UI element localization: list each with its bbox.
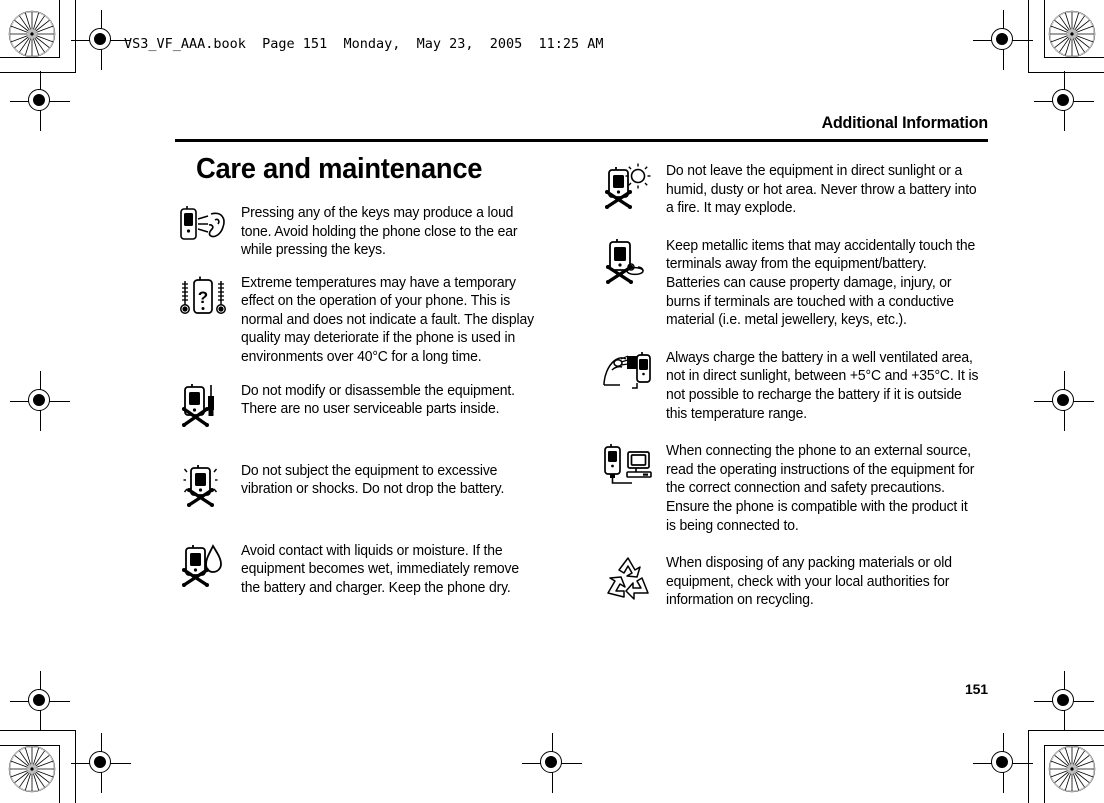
connect-phone-external-source-icon (600, 441, 656, 497)
registration-mark-right-upper (1034, 71, 1094, 131)
care-item-text: Do not subject the equipment to excessiv… (241, 462, 505, 498)
care-item-text: When disposing of any packing materials … (666, 555, 952, 609)
care-item-text: Pressing any of the keys may produce a l… (241, 204, 518, 259)
running-head-title: Additional Information (821, 113, 988, 132)
rosette-target-top-right (1048, 10, 1096, 58)
document-page: VS3_VF_AAA.book Page 151 Monday, May 23,… (0, 0, 1104, 803)
no-direct-sunlight-heat-phone-icon (600, 161, 656, 217)
crop-line (1044, 0, 1045, 58)
care-item-text: Do not leave the equipment in direct sun… (666, 163, 977, 217)
care-item-text: Keep metallic items that may accidentall… (666, 237, 976, 329)
right-column: Do not leave the equipment in direct sun… (600, 155, 990, 623)
charge-battery-ventilated-area-icon (600, 348, 656, 404)
crop-line (1044, 745, 1104, 746)
crop-line (0, 745, 60, 746)
rosette-target-bottom-left (8, 745, 56, 793)
care-item: Do not subject the equipment to excessiv… (175, 461, 550, 517)
no-vibration-shock-phone-icon (175, 461, 231, 517)
no-metallic-items-terminals-icon (600, 236, 656, 292)
crop-line (0, 57, 60, 58)
rosette-target-top-left (8, 10, 56, 58)
phone-temperature-thermometers-icon: ? (175, 273, 231, 329)
registration-mark-bottom-left (71, 733, 131, 793)
left-column: Care and maintenance Pressing any of the… (175, 153, 550, 610)
crop-line (59, 0, 60, 58)
care-item-text: Do not modify or disassemble the equipme… (241, 382, 515, 418)
page-number: 151 (964, 681, 988, 697)
phone-loud-tone-ear-icon (175, 203, 231, 259)
book-file-info: VS3_VF_AAA.book Page 151 Monday, May 23,… (124, 36, 604, 52)
care-item: Avoid contact with liquids or moisture. … (175, 541, 550, 598)
care-item: Always charge the battery in a well vent… (600, 348, 990, 423)
care-item-text: Always charge the battery in a well vent… (666, 349, 979, 422)
registration-mark-top-left (71, 10, 131, 70)
crop-line (59, 745, 60, 803)
care-item-text: Avoid contact with liquids or moisture. … (241, 542, 519, 596)
care-item: Do not leave the equipment in direct sun… (600, 161, 990, 218)
svg-text:?: ? (198, 288, 208, 307)
care-item: Pressing any of the keys may produce a l… (175, 203, 550, 260)
registration-mark-bottom-right (973, 733, 1033, 793)
care-item: When disposing of any packing materials … (600, 553, 990, 610)
no-disassemble-phone-screwdriver-icon (175, 381, 231, 437)
registration-mark-left-upper (10, 71, 70, 131)
crop-line (1044, 57, 1104, 58)
recycling-arrows-icon (600, 553, 656, 609)
registration-mark-left-lower (10, 671, 70, 731)
rosette-target-bottom-right (1048, 745, 1096, 793)
crop-line (1044, 745, 1045, 803)
care-item: ? Extreme temperatures may have a tempor… (175, 273, 550, 367)
no-liquids-water-drop-phone-icon (175, 541, 231, 597)
registration-mark-bottom-center (522, 733, 582, 793)
registration-mark-right-lower (1034, 671, 1094, 731)
registration-mark-left-middle (10, 371, 70, 431)
header-rule (175, 139, 988, 142)
registration-mark-top-right (973, 10, 1033, 70)
care-item: Keep metallic items that may accidentall… (600, 236, 990, 330)
care-item: When connecting the phone to an external… (600, 441, 990, 535)
care-item-text: Extreme temperatures may have a temporar… (241, 274, 534, 366)
page-title: Care and maintenance (196, 153, 483, 185)
registration-mark-right-middle (1034, 371, 1094, 431)
care-item-text: When connecting the phone to an external… (666, 443, 975, 534)
care-item: Do not modify or disassemble the equipme… (175, 381, 550, 437)
